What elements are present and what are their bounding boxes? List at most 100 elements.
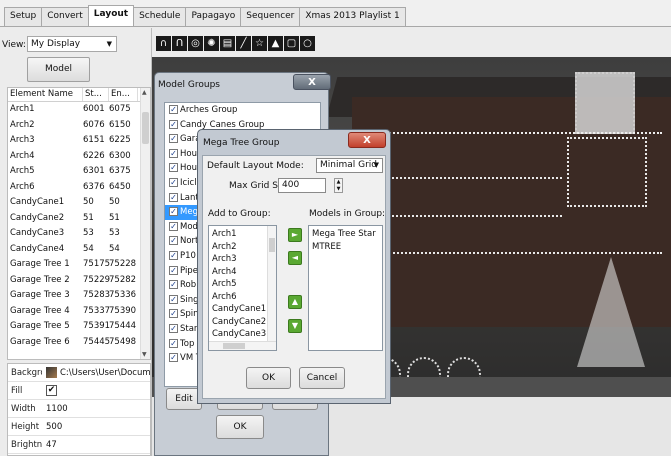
list-item[interactable]: Arch6 bbox=[209, 291, 276, 304]
star-icon[interactable]: ☆ bbox=[252, 36, 267, 51]
wreath-icon[interactable]: ○ bbox=[300, 36, 315, 51]
ok-button[interactable]: OK bbox=[216, 415, 264, 439]
group-checkbox[interactable]: ✓ bbox=[169, 353, 178, 363]
table-row[interactable]: Garage Tree 3 75283 75336 bbox=[8, 288, 150, 304]
group-checkbox[interactable]: ✓ bbox=[169, 163, 178, 173]
models-in-group-list[interactable]: Mega Tree Star MTREE bbox=[308, 225, 383, 351]
element-list[interactable]: Element Name St... En... Arch1 6001 6075 Ar… bbox=[7, 87, 151, 360]
scroll-thumb[interactable] bbox=[142, 112, 149, 144]
table-row[interactable]: Arch2 6076 6150 bbox=[8, 118, 150, 134]
column-start[interactable]: St... bbox=[83, 88, 109, 101]
grid-size-spinner[interactable]: ▲ ▼ bbox=[334, 178, 343, 193]
list-item[interactable]: Mega Tree Star bbox=[309, 228, 382, 241]
group-checkbox[interactable]: ✓ bbox=[169, 177, 178, 187]
list-item[interactable]: ✓ Arches Group bbox=[165, 103, 320, 118]
tab-schedule[interactable]: Schedule bbox=[133, 7, 187, 26]
scroll-thumb[interactable] bbox=[269, 238, 275, 252]
column-element-name[interactable]: Element Name bbox=[8, 88, 83, 101]
move-up-arrow-icon[interactable]: ▲ bbox=[288, 295, 302, 309]
arch-icon[interactable]: ∩ bbox=[156, 36, 171, 51]
group-checkbox[interactable]: ✓ bbox=[169, 323, 178, 333]
group-checkbox[interactable]: ✓ bbox=[169, 119, 178, 129]
table-row[interactable]: Garage Tree 6 75445 75498 bbox=[8, 335, 150, 351]
group-checkbox[interactable]: ✓ bbox=[169, 294, 178, 304]
cancel-button[interactable]: Cancel bbox=[299, 367, 345, 389]
table-row[interactable]: Garage Tree 2 75229 75282 bbox=[8, 273, 150, 289]
group-checkbox[interactable]: ✓ bbox=[169, 221, 178, 231]
matrix-icon[interactable]: ▤ bbox=[220, 36, 235, 51]
star-burst-icon[interactable]: ✺ bbox=[204, 36, 219, 51]
table-row[interactable]: CandyCane4 54 54 bbox=[8, 242, 150, 258]
add-to-group-list[interactable]: Arch1 Arch2 Arch3 Arch4 Arch5 Arch6 CandyCane1… bbox=[208, 225, 277, 351]
prop-height[interactable]: Height 500 bbox=[8, 418, 150, 436]
group-checkbox[interactable]: ✓ bbox=[169, 265, 178, 275]
table-row[interactable]: Garage Tree 5 75391 75444 bbox=[8, 319, 150, 335]
group-checkbox[interactable]: ✓ bbox=[169, 148, 178, 158]
prop-background[interactable]: Backgroun C:\Users\User\Documen bbox=[8, 364, 150, 382]
circle-icon[interactable]: ◎ bbox=[188, 36, 203, 51]
ok-button[interactable]: OK bbox=[246, 367, 291, 389]
group-checkbox[interactable]: ✓ bbox=[169, 250, 178, 260]
grid-size-input[interactable]: 400 bbox=[278, 178, 326, 193]
tab-convert[interactable]: Convert bbox=[41, 7, 89, 26]
line-icon[interactable]: ╱ bbox=[236, 36, 251, 51]
table-row[interactable]: Garage Tree 1 75175 75228 bbox=[8, 257, 150, 273]
group-checkbox[interactable]: ✓ bbox=[169, 338, 178, 348]
table-row[interactable]: Arch5 6301 6375 bbox=[8, 164, 150, 180]
close-button[interactable]: X bbox=[293, 74, 331, 90]
list-item[interactable]: MTREE bbox=[309, 241, 382, 254]
group-checkbox[interactable]: ✓ bbox=[169, 134, 178, 144]
table-row[interactable]: Arch1 6001 6075 bbox=[8, 102, 150, 118]
remove-left-arrow-icon[interactable]: ◄ bbox=[288, 251, 302, 265]
prop-width[interactable]: Width 1100 bbox=[8, 400, 150, 418]
prop-value[interactable]: 500 bbox=[42, 418, 150, 435]
table-row[interactable]: Garage Tree 4 75337 75390 bbox=[8, 304, 150, 320]
list-hscrollbar[interactable] bbox=[209, 341, 276, 350]
table-row[interactable]: Arch6 6376 6450 bbox=[8, 180, 150, 196]
tab-layout[interactable]: Layout bbox=[87, 5, 135, 26]
group-checkbox[interactable]: ✓ bbox=[169, 207, 178, 217]
layout-mode-select[interactable]: Minimal Grid ▼ bbox=[316, 158, 383, 173]
list-item[interactable]: Arch5 bbox=[209, 278, 276, 291]
table-row[interactable]: Arch4 6226 6300 bbox=[8, 149, 150, 165]
list-item[interactable]: Arch3 bbox=[209, 253, 276, 266]
candy-cane-icon[interactable]: Ո bbox=[172, 36, 187, 51]
prop-brightness[interactable]: Brightness 47 bbox=[8, 436, 150, 454]
prop-value[interactable]: C:\Users\User\Documen bbox=[42, 364, 150, 381]
tab-setup[interactable]: Setup bbox=[4, 7, 43, 26]
list-item[interactable]: Arch2 bbox=[209, 241, 276, 254]
prop-fill[interactable]: Fill ✔ bbox=[8, 382, 150, 400]
prop-value[interactable]: 47 bbox=[42, 436, 150, 453]
group-checkbox[interactable]: ✓ bbox=[169, 192, 178, 202]
list-item[interactable]: Arch4 bbox=[209, 266, 276, 279]
group-checkbox[interactable]: ✓ bbox=[169, 309, 178, 319]
add-right-arrow-icon[interactable]: ► bbox=[288, 228, 302, 242]
window-icon[interactable]: ▢ bbox=[284, 36, 299, 51]
table-row[interactable]: CandyCane1 50 50 bbox=[8, 195, 150, 211]
tree-icon[interactable]: ▲ bbox=[268, 36, 283, 51]
model-groups-button[interactable]: Model Groups bbox=[27, 57, 90, 97]
view-select[interactable]: My Display ▼ bbox=[27, 36, 117, 52]
group-checkbox[interactable]: ✓ bbox=[169, 280, 178, 290]
tab-sequencer[interactable]: Sequencer bbox=[240, 7, 301, 26]
list-scrollbar[interactable] bbox=[267, 226, 276, 343]
prop-value[interactable]: ✔ bbox=[42, 382, 150, 399]
element-list-scrollbar[interactable]: ▲ ▼ bbox=[140, 88, 150, 359]
prop-value[interactable]: 1100 bbox=[42, 400, 150, 417]
scroll-thumb[interactable] bbox=[223, 343, 245, 349]
tab-papagayo[interactable]: Papagayo bbox=[185, 7, 242, 26]
table-row[interactable]: CandyCane3 53 53 bbox=[8, 226, 150, 242]
move-down-arrow-icon[interactable]: ▼ bbox=[288, 319, 302, 333]
column-end[interactable]: En... bbox=[109, 88, 138, 101]
list-item[interactable]: CandyCane1 bbox=[209, 303, 276, 316]
tab-playlist[interactable]: Xmas 2013 Playlist 1 bbox=[299, 7, 406, 26]
fill-checkbox[interactable]: ✔ bbox=[46, 385, 57, 396]
scroll-down-icon[interactable]: ▼ bbox=[142, 351, 147, 358]
scroll-up-icon[interactable]: ▲ bbox=[142, 89, 147, 96]
list-item[interactable]: Arch1 bbox=[209, 228, 276, 241]
group-checkbox[interactable]: ✓ bbox=[169, 236, 178, 246]
table-row[interactable]: CandyCane2 51 51 bbox=[8, 211, 150, 227]
group-checkbox[interactable]: ✓ bbox=[169, 105, 178, 114]
list-item[interactable]: CandyCane2 bbox=[209, 316, 276, 329]
list-item[interactable]: CandyCane3 bbox=[209, 328, 276, 341]
